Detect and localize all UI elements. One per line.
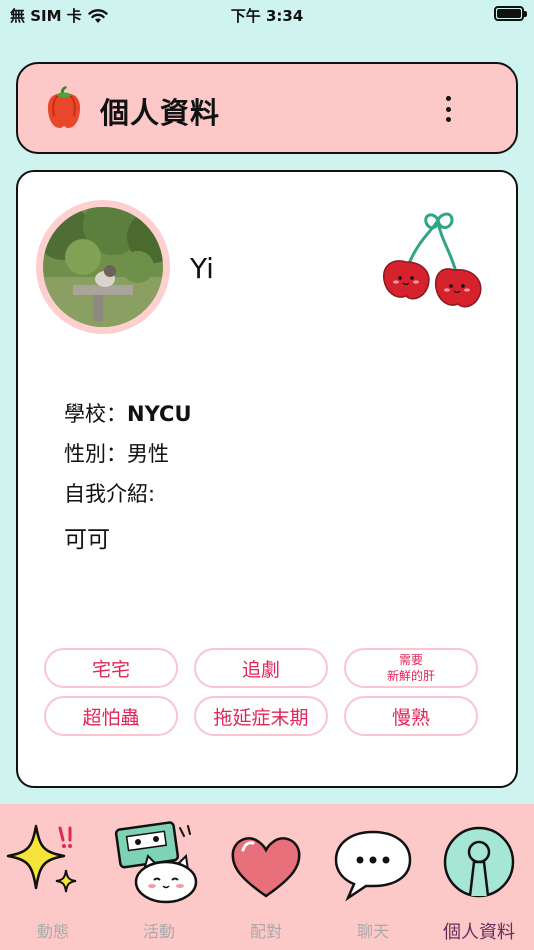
tab-bar: 動態 活動 配對 聊天 個人資料 [0, 804, 534, 950]
status-bar: 無 SIM 卡 下午 3:34 [0, 0, 534, 30]
tab-activities[interactable]: 活動 [106, 804, 212, 950]
interest-tag[interactable]: 超怕蟲 [44, 696, 178, 736]
interest-tag[interactable]: 慢熟 [344, 696, 478, 736]
interest-tag[interactable]: 宅宅 [44, 648, 178, 688]
tab-chat[interactable]: 聊天 [320, 804, 426, 950]
cherry-sticker-icon [383, 212, 482, 308]
avatar[interactable] [36, 200, 170, 334]
battery-icon [494, 6, 527, 21]
gender-row: 性別：男性 [64, 438, 169, 468]
tab-label: 動態 [36, 922, 69, 941]
more-dot [445, 96, 451, 101]
avatar-image [43, 207, 163, 327]
chat-bubble-icon [334, 830, 412, 902]
profile-card: Yi 學校：NYCU 性別：男性 自我介紹: 可可 宅宅 追劇 需要 新鮮的肝 … [16, 170, 518, 788]
school-value: NYCU [127, 402, 192, 426]
status-time: 下午 3:34 [230, 7, 304, 25]
header-card: 個人資料 [16, 62, 518, 154]
gender-value: 男性 [127, 442, 169, 466]
intro-text: 可可 [64, 527, 110, 553]
more-options-button[interactable] [438, 94, 458, 124]
user-name: Yi [190, 252, 214, 285]
intro-label: 自我介紹: [64, 482, 156, 506]
interest-tag-line: 需要 [398, 653, 423, 667]
sparkle-icon [6, 824, 77, 893]
interest-tag[interactable]: 追劇 [194, 648, 328, 688]
more-dot [445, 117, 451, 122]
page-title: 個人資料 [100, 96, 221, 130]
profile-keyhole-icon [443, 826, 515, 898]
tab-match[interactable]: 配對 [213, 804, 319, 950]
tab-feed[interactable]: 動態 [0, 804, 106, 950]
interest-tag-line: 新鮮的肝 [386, 669, 435, 683]
interest-tag[interactable]: 需要 新鮮的肝 [344, 648, 478, 688]
gender-label: 性別： [64, 442, 127, 466]
heart-icon [231, 837, 301, 898]
tab-label: 個人資料 [443, 922, 515, 943]
more-dot [445, 106, 451, 112]
tab-label: 活動 [142, 922, 175, 941]
tab-label: 聊天 [356, 922, 389, 941]
school-label: 學校： [64, 402, 127, 426]
avatar-photo [43, 207, 163, 327]
bell-pepper-icon [47, 86, 81, 128]
tab-profile[interactable]: 個人資料 [426, 804, 532, 950]
cat-cassette-icon [114, 821, 198, 904]
school-row: 學校：NYCU [64, 398, 192, 428]
tab-label: 配對 [249, 922, 282, 941]
interest-tag[interactable]: 拖延症末期 [194, 696, 328, 736]
